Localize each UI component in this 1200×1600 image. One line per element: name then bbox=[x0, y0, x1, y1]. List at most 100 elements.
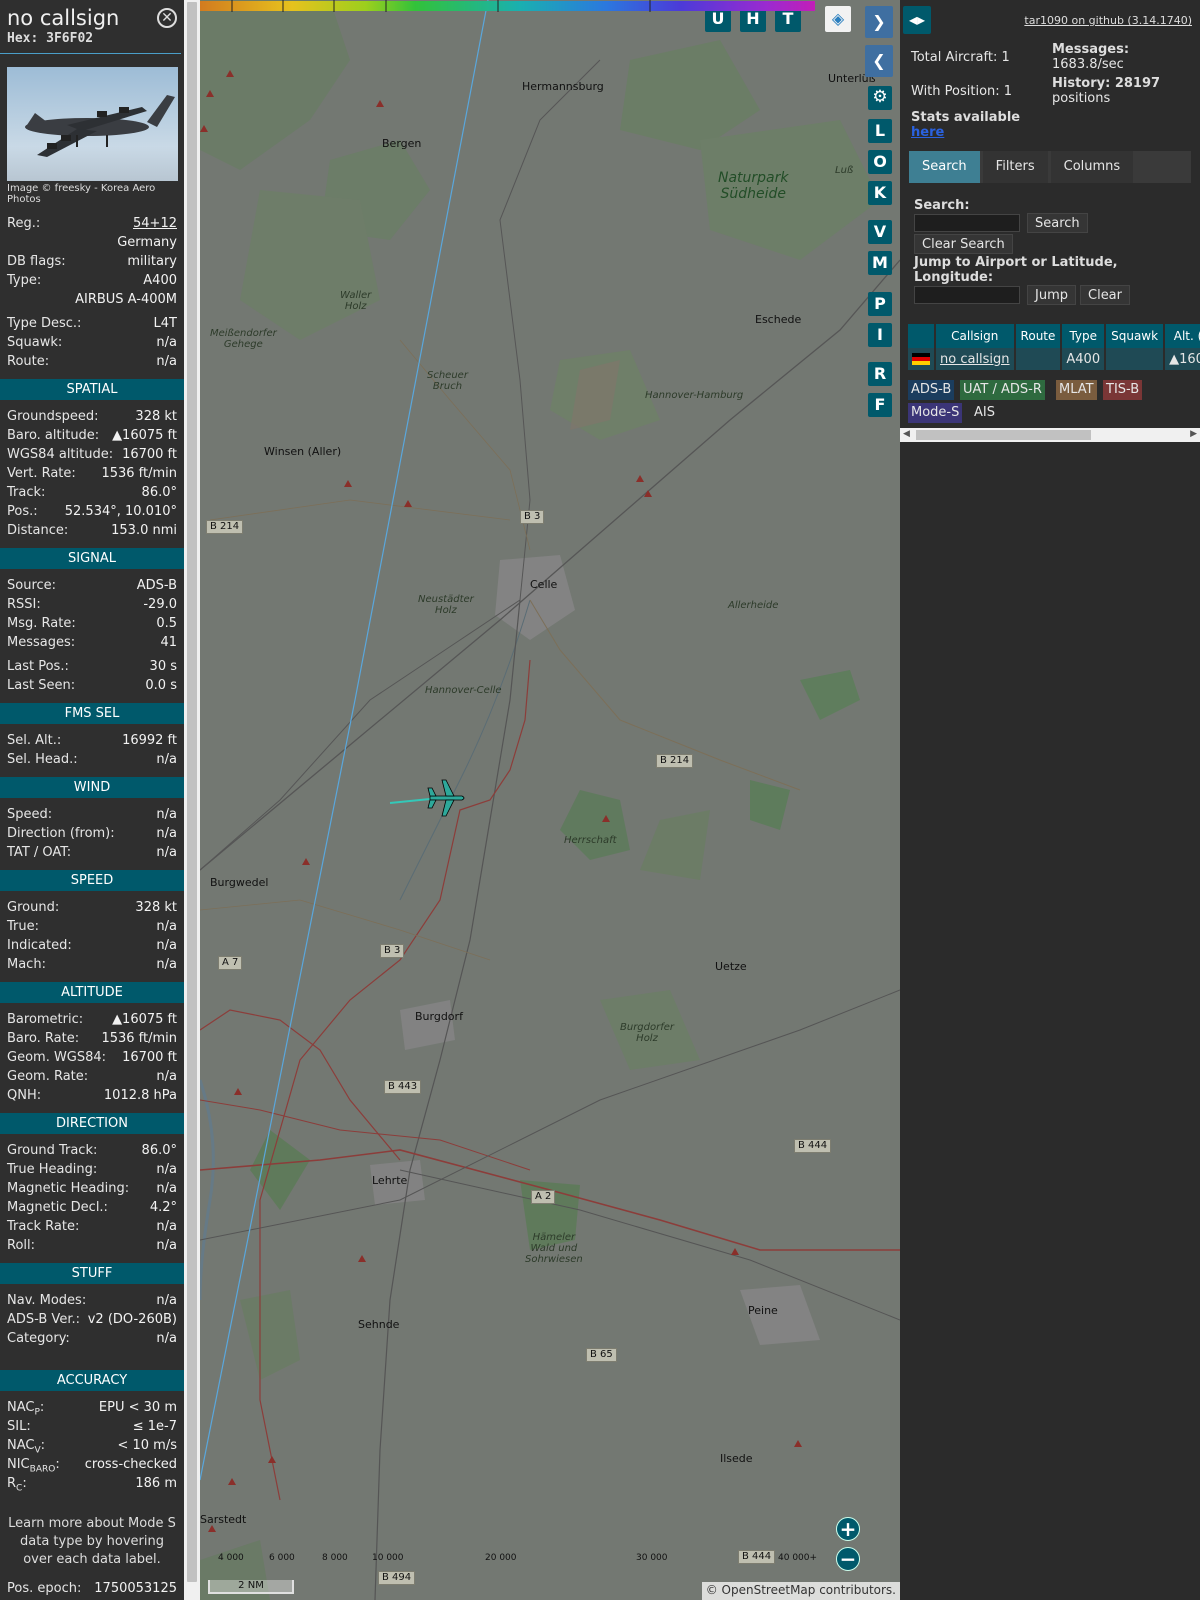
row-label: Roll: bbox=[7, 1238, 36, 1253]
column-header-route[interactable]: Route bbox=[1014, 324, 1063, 348]
aircraft-table: CallsignRouteTypeSquawkAlt. (ft) no call… bbox=[908, 324, 1200, 370]
map-button-i[interactable]: I bbox=[868, 323, 892, 347]
row-value: ADS-B bbox=[136, 578, 177, 593]
column-header-alt-ft[interactable]: Alt. (ft) bbox=[1164, 324, 1200, 348]
map-button-f[interactable]: F bbox=[868, 393, 892, 417]
clear-search-button[interactable]: Clear Search bbox=[914, 234, 1013, 254]
info-row: AIRBUS A-400M bbox=[0, 290, 184, 309]
map-button-o[interactable]: O bbox=[868, 150, 892, 174]
row-value[interactable]: 54+12 bbox=[133, 214, 177, 233]
info-scrollbar[interactable] bbox=[184, 0, 200, 1600]
table-row[interactable]: no callsign A400 ▲16075 bbox=[908, 348, 1200, 370]
map-town-label: Sarstedt bbox=[200, 1513, 247, 1526]
settings-gear-icon[interactable]: ⚙ bbox=[868, 86, 892, 110]
map-canvas[interactable] bbox=[200, 0, 900, 1600]
row-label: Groundspeed: bbox=[7, 409, 99, 424]
layers-icon[interactable]: ◈ bbox=[825, 6, 851, 32]
row-value: cross-checked bbox=[84, 1457, 177, 1472]
row-label: Last Pos.: bbox=[7, 659, 69, 674]
scrollbar-thumb[interactable] bbox=[187, 2, 197, 1582]
cell-squawk bbox=[1105, 348, 1166, 370]
messages-label: Messages: bbox=[1052, 42, 1130, 57]
map-attribution[interactable]: © OpenStreetMap contributors. bbox=[701, 1582, 900, 1600]
cell-callsign[interactable]: no callsign bbox=[935, 348, 1016, 370]
jump-button[interactable]: Jump bbox=[1027, 285, 1076, 305]
zoom-in-icon[interactable]: + bbox=[836, 1517, 860, 1541]
toggle-sidebar-icon[interactable]: ◂▸ bbox=[903, 6, 931, 34]
map-button-v[interactable]: V bbox=[868, 220, 892, 244]
info-sections: SPATIAL Groundspeed: 328 kt Baro. altitude:… bbox=[0, 379, 184, 1494]
map-view[interactable]: Hermannsburg Bergen Unterlüß Eschede Winsen … bbox=[200, 0, 900, 1600]
map-button-p[interactable]: P bbox=[868, 292, 892, 316]
info-row: Reg.: 54+12 bbox=[0, 214, 184, 233]
row-value: n/a bbox=[156, 1293, 177, 1308]
map-area-label: Herrschaft bbox=[564, 835, 617, 846]
row-label: RC: bbox=[7, 1476, 27, 1494]
tab-columns[interactable]: Columns bbox=[1050, 151, 1134, 183]
scroll-left-icon[interactable]: ◀ bbox=[903, 429, 910, 439]
info-row: NACV: < 10 m/s bbox=[0, 1436, 184, 1456]
altitude-color-scale bbox=[200, 0, 815, 12]
scrollbar-thumb[interactable] bbox=[916, 430, 1091, 440]
row-value: 328 kt bbox=[135, 900, 177, 915]
map-button-l[interactable]: L bbox=[868, 119, 892, 143]
row-label: NACV: bbox=[7, 1438, 46, 1456]
search-button[interactable]: Search bbox=[1027, 213, 1088, 233]
table-horizontal-scrollbar[interactable]: ◀ ▶ bbox=[900, 428, 1200, 442]
map-area-label: Neustädter Holz bbox=[418, 594, 474, 616]
row-value: 4.2° bbox=[149, 1200, 177, 1215]
map-button-r[interactable]: R bbox=[868, 362, 892, 386]
source-tag-tis-b: TIS-B bbox=[1103, 380, 1143, 400]
collapse-left-icon[interactable]: ❮ bbox=[865, 45, 893, 77]
map-button-k[interactable]: K bbox=[868, 181, 892, 205]
history-stat: History: 28197 positions bbox=[1052, 76, 1160, 106]
table-body: no callsign A400 ▲16075 bbox=[908, 348, 1200, 370]
callsign-link[interactable]: no callsign bbox=[940, 352, 1010, 367]
close-icon[interactable]: ✕ bbox=[157, 8, 177, 28]
row-value: 16700 ft bbox=[122, 447, 177, 462]
row-value: 186 m bbox=[135, 1476, 177, 1491]
tab-search[interactable]: Search bbox=[909, 151, 980, 183]
column-header[interactable] bbox=[908, 324, 936, 348]
expand-right-icon[interactable]: ❯ bbox=[865, 6, 893, 38]
info-row: Msg. Rate: 0.5 bbox=[0, 614, 184, 633]
column-header-squawk[interactable]: Squawk bbox=[1105, 324, 1166, 348]
row-value: v2 (DO-260B) bbox=[87, 1312, 177, 1327]
row-label: Indicated: bbox=[7, 938, 72, 953]
search-input[interactable] bbox=[914, 214, 1020, 232]
aircraft-marker[interactable] bbox=[427, 779, 465, 817]
info-row: Last Pos.: 30 s bbox=[0, 657, 184, 676]
stats-link[interactable]: here bbox=[911, 125, 944, 140]
row-label: Sel. Alt.: bbox=[7, 733, 62, 748]
tab-filters[interactable]: Filters bbox=[982, 151, 1048, 183]
scroll-right-icon[interactable]: ▶ bbox=[1190, 429, 1197, 439]
info-summary: Reg.: 54+12 Germany DB flags: military Type: A… bbox=[0, 214, 184, 371]
github-link[interactable]: tar1090 on github (3.14.1740) bbox=[1024, 14, 1192, 27]
clear-button[interactable]: Clear bbox=[1080, 285, 1130, 305]
aircraft-info-panel: no callsign Hex: 3F6F02 ✕ Image © freesk… bbox=[0, 0, 184, 1600]
map-area-label: Hannover-Celle bbox=[425, 685, 502, 696]
section-header-speed: SPEED bbox=[0, 870, 184, 891]
row-label: Last Seen: bbox=[7, 678, 76, 693]
row-value: military bbox=[127, 254, 177, 269]
row-value: n/a bbox=[156, 957, 177, 972]
info-row: Magnetic Decl.: 4.2° bbox=[0, 1198, 184, 1217]
learn-more-text: Learn more about Mode S data type by hov… bbox=[8, 1516, 176, 1567]
map-town-label: Eschede bbox=[755, 313, 802, 326]
info-row: Germany bbox=[0, 233, 184, 252]
jump-input[interactable] bbox=[914, 286, 1020, 304]
row-value: 86.0° bbox=[141, 1143, 177, 1158]
column-header-type[interactable]: Type bbox=[1061, 324, 1107, 348]
aircraft-photo[interactable] bbox=[7, 67, 178, 181]
map-area-label: Hämeler Wald und Sohrwiesen bbox=[525, 1232, 583, 1265]
road-label: B 3 bbox=[520, 510, 545, 524]
info-row: RSSI: -29.0 bbox=[0, 595, 184, 614]
row-label: Squawk: bbox=[7, 335, 63, 350]
row-label: Geom. WGS84: bbox=[7, 1050, 107, 1065]
map-button-m[interactable]: M bbox=[868, 251, 892, 275]
info-row: Type: A400 bbox=[0, 271, 184, 290]
column-header-callsign[interactable]: Callsign bbox=[935, 324, 1016, 348]
zoom-out-icon[interactable]: − bbox=[836, 1547, 860, 1571]
row-label: RSSI: bbox=[7, 597, 41, 612]
total-aircraft: Total Aircraft: 1 bbox=[911, 50, 1010, 65]
